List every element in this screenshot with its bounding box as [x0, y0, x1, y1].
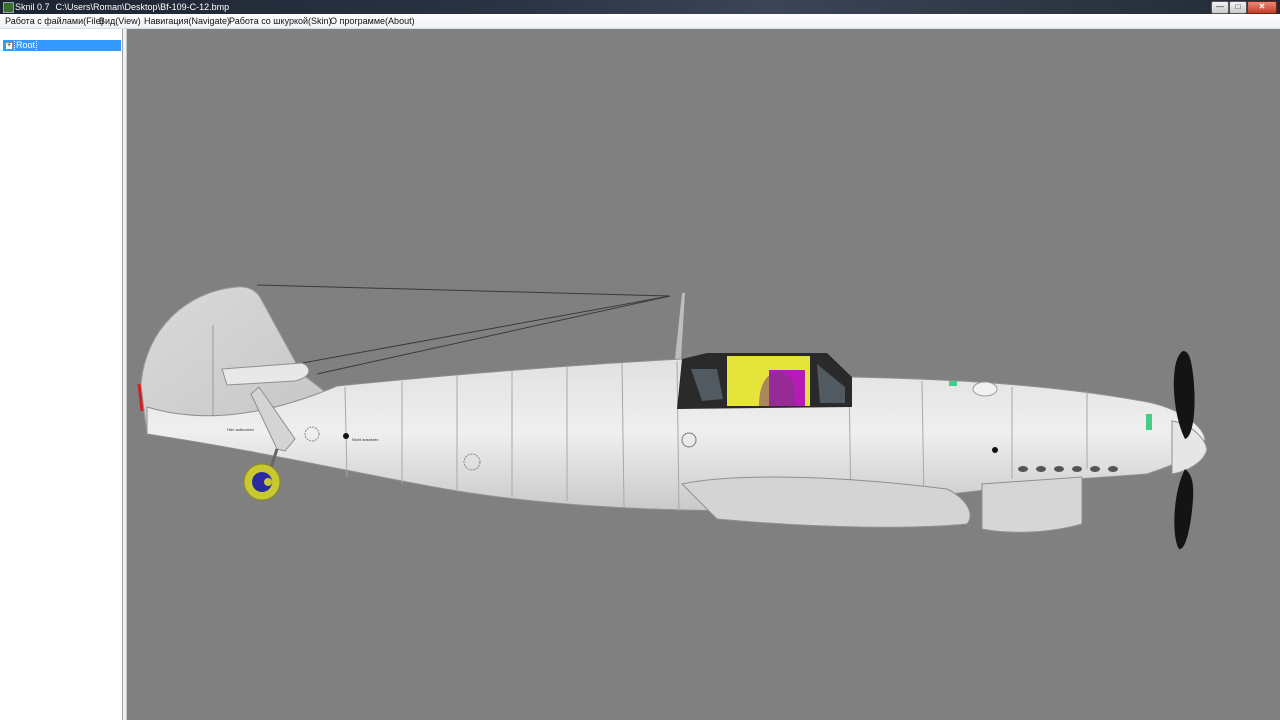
- antenna-wires: [256, 284, 671, 375]
- propeller-lower: [1174, 469, 1194, 550]
- maximize-button[interactable]: □: [1229, 1, 1247, 14]
- tree-node-root[interactable]: + Root: [3, 39, 121, 52]
- menu-navigate[interactable]: Навигация(Navigate): [143, 14, 231, 28]
- menu-view[interactable]: Вид(View): [98, 14, 142, 28]
- 3d-viewport[interactable]: Nicht ansetzen Hier aufbocken: [127, 29, 1280, 720]
- tree-node-label: Root: [13, 39, 38, 52]
- file-path: C:\Users\Roman\Desktop\Bf-109-C-12.bmp: [55, 2, 230, 12]
- close-button[interactable]: ✕: [1247, 1, 1277, 14]
- title-bar[interactable]: Sknil 0.7 C:\Users\Roman\Desktop\Bf-109-C…: [0, 0, 1280, 14]
- stencil-hier-aufbocken: Hier aufbocken: [227, 427, 254, 432]
- menu-bar: Работа с файлами(File) Вид(View) Навигац…: [0, 14, 1280, 29]
- menu-file[interactable]: Работа с файлами(File): [4, 14, 105, 28]
- menu-skin[interactable]: Работа со шкуркой(Skin): [228, 14, 333, 28]
- radiator: [981, 476, 1083, 533]
- window-title: Sknil 0.7 C:\Users\Roman\Desktop\Bf-109-C…: [15, 0, 235, 14]
- menu-about[interactable]: О программе(About): [329, 14, 416, 28]
- minimize-button[interactable]: —: [1211, 1, 1229, 14]
- app-name: Sknil 0.7: [15, 2, 50, 12]
- stencil-nicht-ansetzen: Nicht ansetzen: [352, 437, 378, 442]
- aircraft-render: Nicht ansetzen Hier aufbocken: [137, 284, 1208, 550]
- tree-panel: + Root: [0, 29, 123, 720]
- antenna-mast: [675, 293, 685, 359]
- app-icon: [3, 2, 14, 13]
- tree-expand-icon[interactable]: +: [5, 42, 13, 50]
